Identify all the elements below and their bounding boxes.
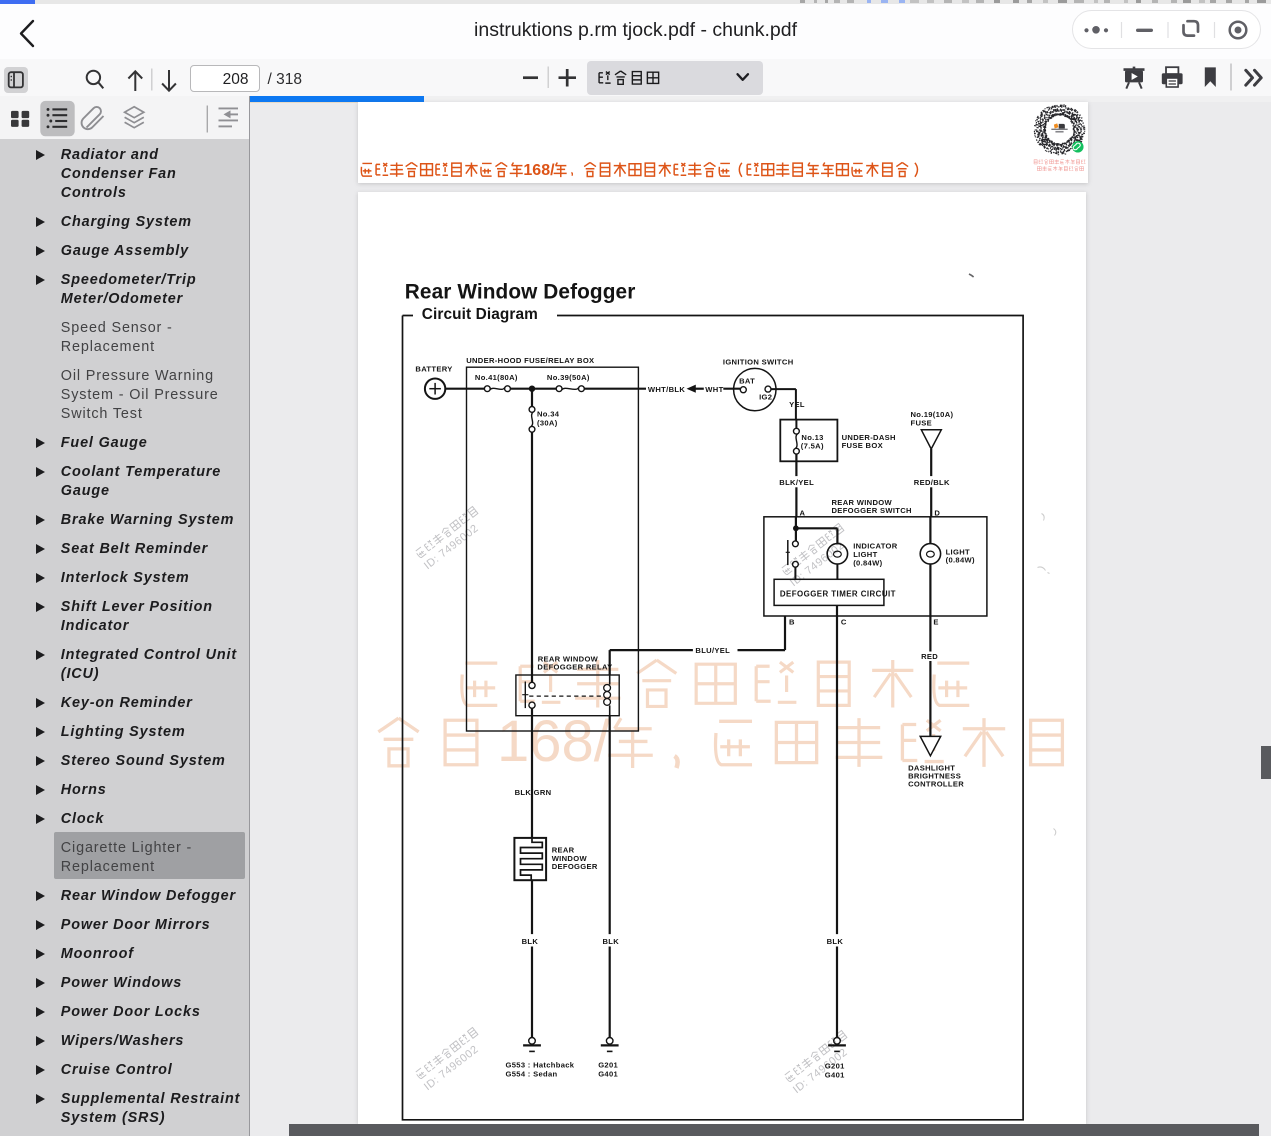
svg-text:BLK/GRN: BLK/GRN [514,787,551,796]
svg-text:(30A): (30A) [537,418,558,427]
svg-text:(0.84W): (0.84W) [945,555,974,564]
svg-text:FUSE: FUSE [910,418,932,427]
svg-text:G201: G201 [598,1060,618,1069]
svg-text:G201: G201 [824,1061,844,1070]
svg-text:BLK: BLK [602,937,619,946]
svg-text:WHT: WHT [705,385,723,394]
svg-text:BAT: BAT [739,376,755,385]
svg-text:DEFOGGER SWITCH: DEFOGGER SWITCH [831,506,911,515]
svg-text:G553 : Hatchback: G553 : Hatchback [505,1060,574,1069]
svg-text:C: C [840,617,846,626]
svg-text:G401: G401 [824,1070,844,1079]
svg-text:BLU/YEL: BLU/YEL [695,646,730,655]
svg-text:RED: RED [921,652,938,661]
svg-text:YEL: YEL [789,400,805,409]
svg-text:IGNITION SWITCH: IGNITION SWITCH [722,357,793,366]
svg-text:CONTROLLER: CONTROLLER [908,779,964,788]
svg-text:FUSE BOX: FUSE BOX [841,440,882,449]
svg-text:BLK/YEL: BLK/YEL [779,477,814,486]
svg-text:UNDER-HOOD FUSE/RELAY BOX: UNDER-HOOD FUSE/RELAY BOX [466,355,594,364]
svg-text:(7.5A): (7.5A) [800,441,823,450]
svg-text:BLK: BLK [826,937,843,946]
svg-text:B: B [789,617,795,626]
svg-text:IG2: IG2 [759,392,772,401]
svg-text:No.41(80A): No.41(80A) [474,373,517,382]
svg-text:DEFOGGER TIMER CIRCUIT: DEFOGGER TIMER CIRCUIT [779,589,895,598]
svg-text:(0.84W): (0.84W) [853,558,882,567]
svg-text:Rear Window Defogger: Rear Window Defogger [404,280,635,303]
svg-text:G401: G401 [598,1069,618,1078]
svg-text:E: E [933,617,938,626]
svg-text:Circuit Diagram: Circuit Diagram [421,306,537,323]
svg-text:BATTERY: BATTERY [415,364,452,373]
svg-text:DEFOGGER RELAY: DEFOGGER RELAY [537,662,612,671]
svg-text:RED/BLK: RED/BLK [913,477,949,486]
svg-text:BLK: BLK [521,937,538,946]
svg-text:WHT/BLK: WHT/BLK [647,385,684,394]
svg-text:DEFOGGER: DEFOGGER [551,861,597,870]
svg-text:No.39(50A): No.39(50A) [546,373,589,382]
svg-text:168/: 168/ [523,162,555,179]
svg-text:G554 : Sedan: G554 : Sedan [505,1069,557,1078]
